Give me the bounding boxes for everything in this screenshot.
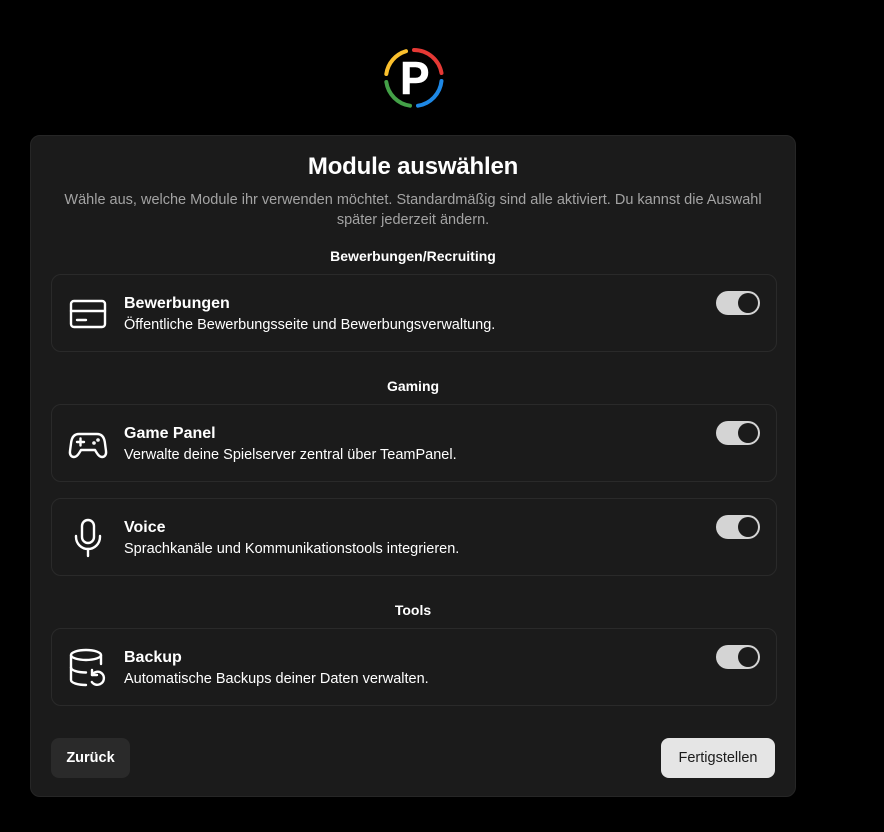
section-title-recruiting: Bewerbungen/Recruiting xyxy=(330,248,496,264)
microphone-icon xyxy=(68,518,108,558)
toggle-knob xyxy=(738,647,758,667)
module-toggle-game-panel[interactable] xyxy=(716,421,760,445)
toggle-knob xyxy=(738,517,758,537)
module-voice: Voice Sprachkanäle und Kommunikationstoo… xyxy=(51,498,777,576)
credit-card-icon xyxy=(68,294,108,334)
module-toggle-bewerbungen[interactable] xyxy=(716,291,760,315)
page-subtitle: Wähle aus, welche Module ihr verwenden m… xyxy=(64,192,762,228)
section-title-gaming: Gaming xyxy=(386,378,440,394)
database-backup-icon xyxy=(68,648,108,688)
page-title: Module auswählen xyxy=(307,153,519,180)
module-toggle-voice[interactable] xyxy=(716,515,760,539)
module-description: Öffentliche Bewerbungsseite und Bewerbun… xyxy=(124,317,496,333)
module-bewerbungen: Bewerbungen Öffentliche Bewerbungsseite … xyxy=(51,274,777,352)
toggle-knob xyxy=(738,293,758,313)
module-description: Automatische Backups deiner Daten verwal… xyxy=(124,671,429,687)
back-button[interactable]: Zurück xyxy=(51,738,130,778)
module-selection-card: Module auswählen Wähle aus, welche Modul… xyxy=(30,135,796,797)
module-backup: Backup Automatische Backups deiner Daten… xyxy=(51,628,777,706)
module-name: Bewerbungen xyxy=(124,295,230,312)
app-logo xyxy=(383,47,445,109)
section-title-tools: Tools xyxy=(394,602,432,618)
module-name: Backup xyxy=(124,649,182,666)
module-description: Sprachkanäle und Kommunikationstools int… xyxy=(124,541,460,557)
finish-button[interactable]: Fertigstellen xyxy=(661,738,775,778)
module-name: Game Panel xyxy=(124,425,216,442)
toggle-knob xyxy=(738,423,758,443)
module-toggle-backup[interactable] xyxy=(716,645,760,669)
module-description: Verwalte deine Spielserver zentral über … xyxy=(124,447,457,463)
module-game-panel: Game Panel Verwalte deine Spielserver ze… xyxy=(51,404,777,482)
module-name: Voice xyxy=(124,519,166,536)
gamepad-icon xyxy=(68,424,108,464)
